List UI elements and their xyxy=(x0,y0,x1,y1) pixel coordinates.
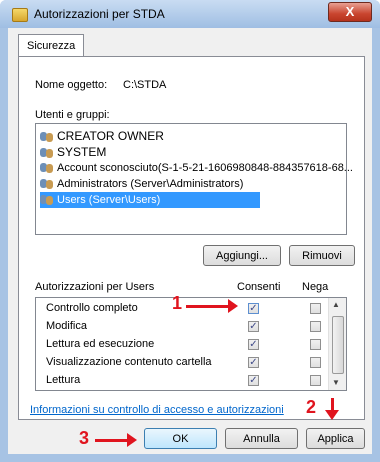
step-3-label: 3 xyxy=(79,428,90,448)
permission-name: Controllo completo xyxy=(46,302,138,314)
allow-checkbox[interactable]: ✓ xyxy=(248,339,259,350)
step-3-arrow-icon xyxy=(95,433,137,447)
ok-button[interactable]: OK xyxy=(144,428,217,449)
add-button[interactable]: Aggiungi... xyxy=(203,245,281,266)
list-item[interactable]: Administrators (Server\Administrators) xyxy=(40,176,243,192)
allow-column-header: Consenti xyxy=(237,281,281,293)
remove-button[interactable]: Rimuovi xyxy=(289,245,355,266)
folder-icon xyxy=(12,8,28,22)
window-title: Autorizzazioni per STDA xyxy=(34,7,165,21)
close-button[interactable]: X xyxy=(328,2,372,22)
list-item[interactable]: SYSTEM xyxy=(40,144,106,160)
step-1-label: 1 xyxy=(172,293,183,313)
permission-name: Modifica xyxy=(46,320,87,332)
table-row: Lettura ✓ xyxy=(36,372,341,390)
title-bar[interactable]: Autorizzazioni per STDA X xyxy=(0,0,380,28)
list-item-selected[interactable]: Users (Server\Users) xyxy=(40,192,261,208)
users-icon xyxy=(40,130,54,142)
users-groups-label: Utenti e gruppi: xyxy=(35,109,110,121)
deny-column-header: Nega xyxy=(302,281,329,293)
users-groups-list[interactable]: CREATOR OWNER SYSTEM Account sconosciuto… xyxy=(35,123,353,235)
tab-sicurezza[interactable]: Sicurezza xyxy=(18,34,85,57)
table-row: Modifica ✓ xyxy=(36,318,341,336)
table-row: Visualizzazione contenuto cartella ✓ xyxy=(36,354,341,372)
allow-checkbox[interactable]: ✓ xyxy=(248,303,259,314)
table-row: Lettura ed esecuzione ✓ xyxy=(36,336,341,354)
step-2-arrow-icon xyxy=(325,398,339,420)
permissions-list[interactable]: Controllo completo ✓ Modifica ✓ Lettura … xyxy=(35,297,347,391)
deny-checkbox[interactable] xyxy=(310,339,321,350)
allow-checkbox[interactable]: ✓ xyxy=(248,357,259,368)
users-icon xyxy=(40,146,54,158)
security-panel: Nome oggetto: C:\STDA Utenti e gruppi: C… xyxy=(18,56,365,420)
table-row: Controllo completo ✓ xyxy=(36,300,341,318)
step-2-label: 2 xyxy=(306,397,317,417)
cancel-button[interactable]: Annulla xyxy=(225,428,298,449)
step-1-arrow-icon xyxy=(186,299,238,313)
users-icon xyxy=(40,177,54,189)
scroll-up-icon[interactable]: ▲ xyxy=(332,300,340,309)
permission-name: Lettura ed esecuzione xyxy=(46,338,155,350)
users-icon xyxy=(40,193,54,205)
scroll-thumb[interactable] xyxy=(332,316,344,374)
apply-button[interactable]: Applica xyxy=(306,428,365,449)
allow-checkbox[interactable]: ✓ xyxy=(248,321,259,332)
user-unknown-icon xyxy=(40,161,54,173)
scroll-down-icon[interactable]: ▼ xyxy=(332,378,340,387)
deny-checkbox[interactable] xyxy=(310,303,321,314)
deny-checkbox[interactable] xyxy=(310,375,321,386)
access-control-info-link[interactable]: Informazioni su controllo di accesso e a… xyxy=(30,404,284,416)
permissions-dialog: Autorizzazioni per STDA X Sicurezza Nome… xyxy=(0,0,380,462)
permissions-header: Autorizzazioni per Users xyxy=(35,281,155,293)
permission-name: Visualizzazione contenuto cartella xyxy=(46,356,212,368)
deny-checkbox[interactable] xyxy=(310,357,321,368)
deny-checkbox[interactable] xyxy=(310,321,321,332)
object-name-value: C:\STDA xyxy=(123,79,167,91)
permissions-scrollbar[interactable]: ▲ ▼ xyxy=(328,298,346,390)
list-item[interactable]: Account sconosciuto(S-1-5-21-1606980848-… xyxy=(40,160,353,176)
permission-name: Lettura xyxy=(46,374,81,386)
object-name-label: Nome oggetto: xyxy=(35,79,108,91)
allow-checkbox[interactable]: ✓ xyxy=(248,375,259,386)
dialog-body: Sicurezza Nome oggetto: C:\STDA Utenti e… xyxy=(8,28,372,454)
list-item[interactable]: CREATOR OWNER xyxy=(40,128,164,144)
